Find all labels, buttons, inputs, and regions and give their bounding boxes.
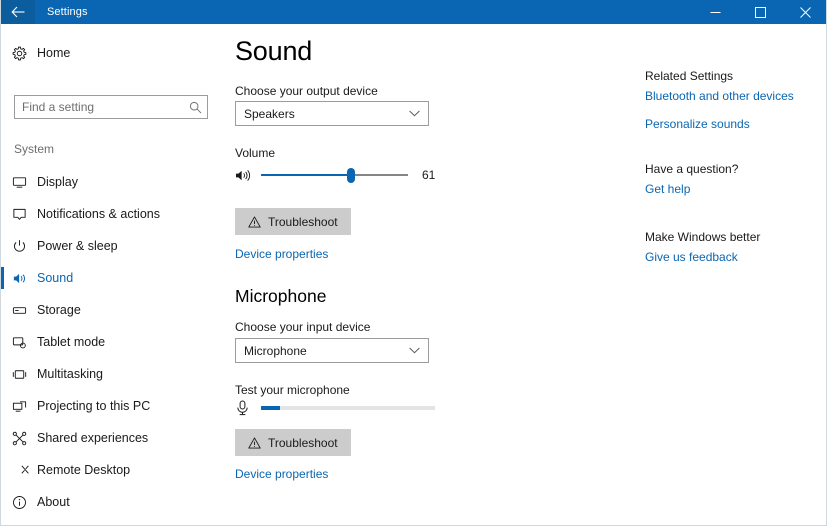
make-windows-better-heading: Make Windows better bbox=[645, 230, 760, 244]
microphone-level-row bbox=[235, 400, 435, 416]
monitor-icon bbox=[1, 175, 37, 190]
volume-slider-fill bbox=[261, 174, 351, 176]
speaker-volume-icon bbox=[235, 168, 257, 183]
speaker-icon bbox=[1, 271, 37, 286]
maximize-button[interactable] bbox=[738, 0, 783, 24]
input-device-value: Microphone bbox=[236, 344, 307, 358]
caption-buttons bbox=[693, 0, 827, 24]
sidebar-item-label: Power & sleep bbox=[37, 239, 118, 253]
chevron-down-icon bbox=[409, 110, 428, 117]
sidebar-item-label: Storage bbox=[37, 303, 81, 317]
output-device-dropdown[interactable]: Speakers bbox=[235, 101, 429, 126]
sidebar-item-display[interactable]: Display bbox=[1, 166, 217, 198]
shared-experiences-icon bbox=[1, 431, 37, 446]
multitasking-icon bbox=[1, 367, 37, 382]
search-icon bbox=[183, 101, 207, 114]
have-a-question-heading: Have a question? bbox=[645, 162, 738, 176]
sidebar-item-about[interactable]: About bbox=[1, 486, 217, 518]
sidebar-item-tablet-mode[interactable]: Tablet mode bbox=[1, 326, 217, 358]
sidebar-item-label: Sound bbox=[37, 271, 73, 285]
microphone-level-fill bbox=[261, 406, 280, 410]
volume-slider-thumb[interactable] bbox=[347, 168, 355, 183]
volume-label: Volume bbox=[235, 146, 275, 160]
notification-icon bbox=[1, 207, 37, 222]
remote-desktop-icon bbox=[1, 463, 37, 478]
gear-icon bbox=[1, 46, 37, 61]
info-icon bbox=[1, 495, 37, 510]
sidebar-item-label: About bbox=[37, 495, 70, 509]
minimize-button[interactable] bbox=[693, 0, 738, 24]
volume-slider-row: 61 bbox=[235, 166, 435, 184]
volume-value: 61 bbox=[422, 168, 435, 182]
sidebar-item-label: Display bbox=[37, 175, 78, 189]
sidebar-item-home[interactable]: Home bbox=[1, 40, 217, 66]
sidebar-group-label: System bbox=[14, 142, 54, 156]
chevron-down-icon bbox=[409, 347, 428, 354]
projecting-icon bbox=[1, 399, 37, 414]
sidebar-item-storage[interactable]: Storage bbox=[1, 294, 217, 326]
sidebar-item-sound[interactable]: Sound bbox=[1, 262, 217, 294]
settings-window: Settings bbox=[0, 0, 827, 526]
sidebar-item-shared-experiences[interactable]: Shared experiences bbox=[1, 422, 217, 454]
bluetooth-and-other-devices-link[interactable]: Bluetooth and other devices bbox=[645, 89, 794, 103]
window-title: Settings bbox=[47, 6, 88, 18]
sidebar-item-notifications-actions[interactable]: Notifications & actions bbox=[1, 198, 217, 230]
microphone-level-meter bbox=[261, 406, 435, 410]
microphone-section-title: Microphone bbox=[235, 286, 326, 307]
sidebar-item-power-sleep[interactable]: Power & sleep bbox=[1, 230, 217, 262]
output-device-label: Choose your output device bbox=[235, 84, 378, 98]
related-settings-heading: Related Settings bbox=[645, 69, 733, 83]
sidebar-home-label: Home bbox=[37, 46, 70, 60]
microphone-troubleshoot-label: Troubleshoot bbox=[268, 436, 338, 450]
sidebar: Home System Display bbox=[1, 24, 217, 526]
input-device-dropdown[interactable]: Microphone bbox=[235, 338, 429, 363]
volume-slider[interactable] bbox=[261, 166, 408, 184]
sidebar-item-label: Shared experiences bbox=[37, 431, 148, 445]
sidebar-item-label: Multitasking bbox=[37, 367, 103, 381]
power-icon bbox=[1, 239, 37, 254]
sidebar-item-multitasking[interactable]: Multitasking bbox=[1, 358, 217, 390]
page-title: Sound bbox=[235, 36, 312, 67]
output-troubleshoot-button[interactable]: Troubleshoot bbox=[235, 208, 351, 235]
test-microphone-label: Test your microphone bbox=[235, 383, 350, 397]
warning-triangle-icon bbox=[248, 437, 261, 449]
sidebar-item-label: Projecting to this PC bbox=[37, 399, 150, 413]
give-us-feedback-link[interactable]: Give us feedback bbox=[645, 250, 738, 264]
related-settings-panel: Related Settings Bluetooth and other dev… bbox=[629, 24, 827, 526]
search-box[interactable] bbox=[14, 95, 208, 119]
sidebar-item-projecting-to-this-pc[interactable]: Projecting to this PC bbox=[1, 390, 217, 422]
input-device-label: Choose your input device bbox=[235, 320, 370, 334]
output-troubleshoot-label: Troubleshoot bbox=[268, 215, 338, 229]
sidebar-item-label: Tablet mode bbox=[37, 335, 105, 349]
storage-icon bbox=[1, 303, 37, 318]
sidebar-item-label: Remote Desktop bbox=[37, 463, 130, 477]
warning-triangle-icon bbox=[248, 216, 261, 228]
tablet-icon bbox=[1, 335, 37, 350]
close-button[interactable] bbox=[783, 0, 827, 24]
sidebar-item-remote-desktop[interactable]: Remote Desktop bbox=[1, 454, 217, 486]
back-button[interactable] bbox=[1, 0, 35, 24]
microphone-icon bbox=[235, 400, 257, 416]
personalize-sounds-link[interactable]: Personalize sounds bbox=[645, 117, 750, 131]
title-bar: Settings bbox=[1, 0, 827, 24]
output-device-properties-link[interactable]: Device properties bbox=[235, 247, 328, 261]
search-input[interactable] bbox=[15, 99, 183, 115]
microphone-troubleshoot-button[interactable]: Troubleshoot bbox=[235, 429, 351, 456]
sidebar-nav-list: Display Notifications & actions Pow bbox=[1, 166, 217, 518]
sidebar-item-label: Notifications & actions bbox=[37, 207, 160, 221]
microphone-device-properties-link[interactable]: Device properties bbox=[235, 467, 328, 481]
get-help-link[interactable]: Get help bbox=[645, 182, 690, 196]
output-device-value: Speakers bbox=[236, 107, 295, 121]
